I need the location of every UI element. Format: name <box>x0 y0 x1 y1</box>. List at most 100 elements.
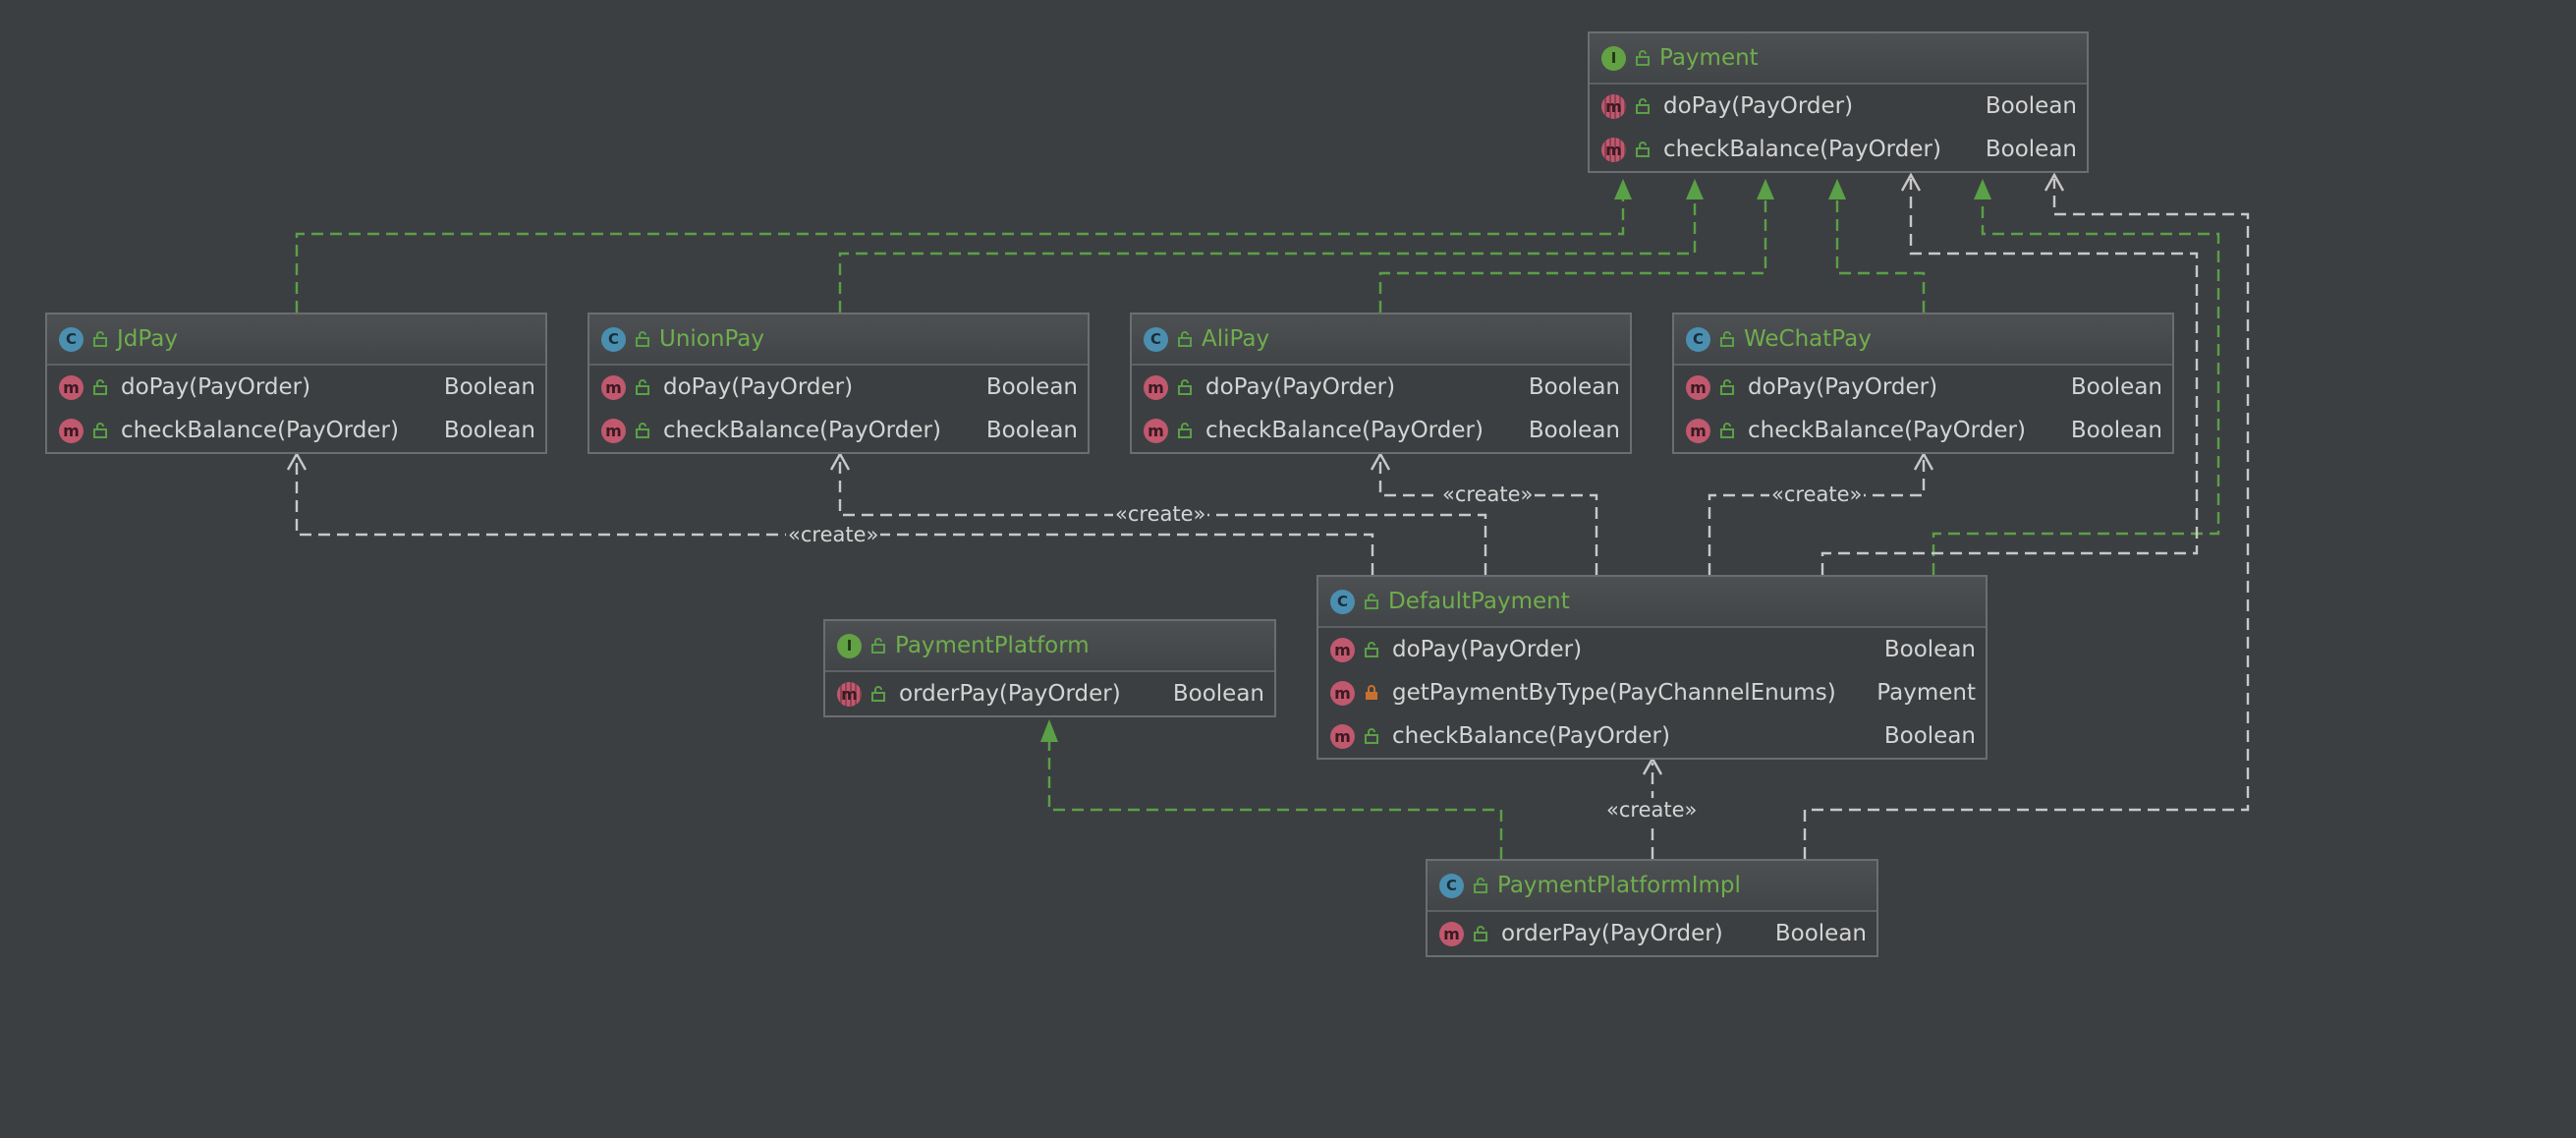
method-icon: m <box>1330 680 1355 706</box>
public-lock-icon <box>93 379 107 395</box>
method-icon: m <box>1601 93 1626 119</box>
arrowhead-jdpay <box>1614 179 1632 199</box>
method-return-type: Boolean <box>985 374 1078 400</box>
method-name: doPay(PayOrder) <box>1748 374 1938 400</box>
public-lock-icon <box>1365 642 1378 657</box>
method-return-type: Boolean <box>2070 374 2162 400</box>
method-name: checkBalance(PayOrder) <box>1205 418 1484 443</box>
public-lock-icon <box>1636 50 1650 66</box>
open-arrow-alipay <box>1370 451 1391 471</box>
method-name: checkBalance(PayOrder) <box>663 418 941 443</box>
method-row[interactable]: m checkBalance(PayOrder) Boolean <box>1132 409 1630 452</box>
method-row[interactable]: m doPay(PayOrder) Boolean <box>1132 366 1630 409</box>
method-name: doPay(PayOrder) <box>663 374 854 400</box>
public-lock-icon <box>1720 423 1734 438</box>
method-return-type: Boolean <box>443 418 535 443</box>
node-title: PaymentPlatform <box>895 633 1090 658</box>
arrowhead-unionpay <box>1686 179 1704 199</box>
arrowhead-wechatpay <box>1828 179 1846 199</box>
class-icon: C <box>59 326 84 352</box>
public-lock-icon <box>1178 423 1192 438</box>
method-row[interactable]: m checkBalance(PayOrder) Boolean <box>1674 409 2172 452</box>
public-lock-icon <box>636 423 649 438</box>
method-icon: m <box>1330 723 1355 749</box>
method-row[interactable]: m orderPay(PayOrder) Boolean <box>1428 912 1876 955</box>
alipay-class-node[interactable]: C AliPay m doPay(PayOrder) Boolean m che… <box>1130 313 1632 454</box>
method-row[interactable]: m checkBalance(PayOrder) Boolean <box>589 409 1088 452</box>
method-row[interactable]: m doPay(PayOrder) Boolean <box>1674 366 2172 409</box>
node-header[interactable]: C JdPay <box>47 314 545 366</box>
class-icon: C <box>1686 326 1710 352</box>
method-icon: m <box>1686 374 1710 400</box>
create-label-alipay: «create» <box>1440 483 1536 506</box>
method-name: orderPay(PayOrder) <box>899 681 1121 707</box>
method-name: checkBalance(PayOrder) <box>1748 418 2026 443</box>
method-row[interactable]: m doPay(PayOrder) Boolean <box>1590 85 2087 128</box>
create-label-unionpay: «create» <box>1113 502 1208 526</box>
node-title: AliPay <box>1202 326 1270 352</box>
public-lock-icon <box>1474 926 1487 941</box>
edge-unionpay-implements-payment <box>838 183 1697 313</box>
method-row[interactable]: m getPaymentByType(PayChannelEnums) Paym… <box>1318 671 1986 714</box>
open-arrow-wechatpay <box>1913 451 1934 471</box>
method-return-type: Boolean <box>985 418 1078 443</box>
method-name: orderPay(PayOrder) <box>1501 921 1723 946</box>
class-icon: C <box>1330 589 1355 614</box>
method-return-type: Boolean <box>2070 418 2162 443</box>
method-icon: m <box>59 374 84 400</box>
method-return-type: Boolean <box>1985 93 2077 119</box>
method-return-type: Boolean <box>443 374 535 400</box>
method-row[interactable]: m checkBalance(PayOrder) Boolean <box>1590 128 2087 171</box>
node-header[interactable]: C UnionPay <box>589 314 1088 366</box>
jdpay-class-node[interactable]: C JdPay m doPay(PayOrder) Boolean m chec… <box>45 313 547 454</box>
public-lock-icon <box>636 379 649 395</box>
method-row[interactable]: m orderPay(PayOrder) Boolean <box>825 672 1274 715</box>
node-header[interactable]: I Payment <box>1590 33 2087 85</box>
method-icon: m <box>837 681 862 707</box>
method-return-type: Boolean <box>1172 681 1264 707</box>
open-arrow-jdpay <box>286 451 308 471</box>
public-lock-icon <box>1365 594 1378 609</box>
method-return-type: Boolean <box>1528 418 1620 443</box>
public-lock-icon <box>93 423 107 438</box>
node-title: Payment <box>1659 45 1759 71</box>
public-lock-icon <box>1720 379 1734 395</box>
method-return-type: Boolean <box>1528 374 1620 400</box>
paymentplatform-interface-node[interactable]: I PaymentPlatform m orderPay(PayOrder) B… <box>823 619 1276 717</box>
method-icon: m <box>601 374 626 400</box>
arrowhead-alipay <box>1757 179 1774 199</box>
wechatpay-class-node[interactable]: C WeChatPay m doPay(PayOrder) Boolean m … <box>1672 313 2174 454</box>
class-icon: C <box>1144 326 1168 352</box>
method-return-type: Boolean <box>1883 637 1976 662</box>
node-title: PaymentPlatformImpl <box>1497 873 1741 898</box>
method-name: doPay(PayOrder) <box>1205 374 1396 400</box>
interface-icon: I <box>837 633 862 658</box>
method-icon: m <box>1144 374 1168 400</box>
method-name: doPay(PayOrder) <box>121 374 311 400</box>
edge-wechatpay-implements-payment <box>1835 183 1926 313</box>
open-arrow-unionpay <box>829 451 851 471</box>
method-row[interactable]: m doPay(PayOrder) Boolean <box>1318 628 1986 671</box>
node-header[interactable]: C PaymentPlatformImpl <box>1428 861 1876 912</box>
node-header[interactable]: C AliPay <box>1132 314 1630 366</box>
class-icon: C <box>1439 873 1464 898</box>
open-arrow-defaultpayment <box>1642 756 1663 775</box>
paymentplatformimpl-class-node[interactable]: C PaymentPlatformImpl m orderPay(PayOrde… <box>1426 859 1878 957</box>
defaultpayment-class-node[interactable]: C DefaultPayment m doPay(PayOrder) Boole… <box>1316 575 1988 760</box>
method-row[interactable]: m doPay(PayOrder) Boolean <box>47 366 545 409</box>
unionpay-class-node[interactable]: C UnionPay m doPay(PayOrder) Boolean m c… <box>588 313 1090 454</box>
method-row[interactable]: m checkBalance(PayOrder) Boolean <box>47 409 545 452</box>
method-name: doPay(PayOrder) <box>1392 637 1583 662</box>
node-title: WeChatPay <box>1744 326 1872 352</box>
method-return-type: Boolean <box>1985 137 2077 162</box>
create-label-defaultpayment: «create» <box>1604 798 1700 822</box>
method-row[interactable]: m checkBalance(PayOrder) Boolean <box>1318 714 1986 758</box>
public-lock-icon <box>636 331 649 347</box>
node-header[interactable]: I PaymentPlatform <box>825 621 1274 672</box>
payment-interface-node[interactable]: I Payment m doPay(PayOrder) Boolean m ch… <box>1588 31 2089 173</box>
method-name: checkBalance(PayOrder) <box>1392 723 1670 749</box>
node-header[interactable]: C DefaultPayment <box>1318 577 1986 628</box>
method-icon: m <box>601 418 626 443</box>
node-header[interactable]: C WeChatPay <box>1674 314 2172 366</box>
method-row[interactable]: m doPay(PayOrder) Boolean <box>589 366 1088 409</box>
